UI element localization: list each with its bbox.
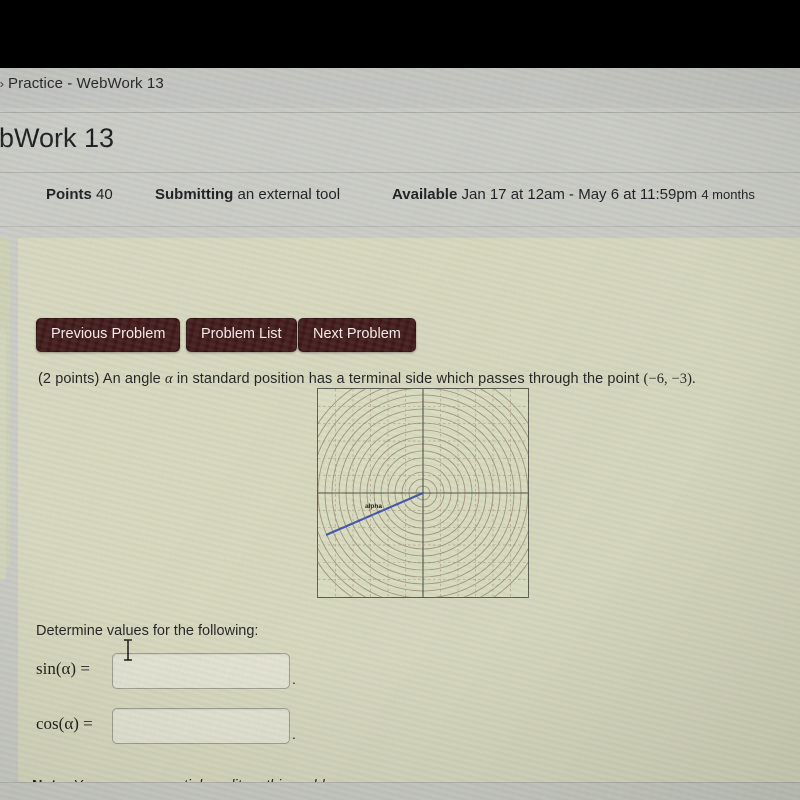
- sin-input[interactable]: [112, 653, 290, 689]
- problem-statement: (2 points) An angle α in standard positi…: [38, 371, 778, 388]
- left-panel-clipped-secondary: [0, 330, 6, 580]
- divider-meta: [0, 226, 800, 227]
- meta-submitting-label: Submitting: [155, 186, 234, 203]
- problem-variable-alpha: α: [164, 371, 173, 387]
- divider-top: [0, 112, 800, 113]
- problem-point: (−6, −3).: [643, 371, 696, 387]
- assignment-meta-row: m Points 40 Submitting an external tool …: [0, 186, 800, 212]
- next-problem-button[interactable]: Next Problem: [298, 318, 416, 352]
- problem-list-button[interactable]: Problem List: [186, 318, 297, 352]
- breadcrumb[interactable]: s›Practice - WebWork 13: [0, 75, 164, 92]
- page-footer-area: [0, 783, 800, 800]
- text-cursor-icon: [124, 639, 132, 661]
- answers-prompt: Determine values for the following:: [36, 623, 259, 639]
- meta-points-label: Points: [46, 186, 92, 203]
- breadcrumb-current[interactable]: Practice - WebWork 13: [8, 75, 164, 92]
- polar-graph-svg: alpha: [318, 389, 528, 597]
- meta-available-duration: 4 months: [701, 187, 755, 202]
- cos-trailing-period: .: [292, 726, 296, 742]
- meta-available-label: Available: [392, 186, 458, 203]
- screen-photo: s›Practice - WebWork 13 ebWork 13 m Poin…: [0, 68, 800, 800]
- meta-available: Available Jan 17 at 12am - May 6 at 11:5…: [392, 186, 755, 203]
- problem-content-card: Previous Problem Problem List Next Probl…: [18, 238, 800, 794]
- letterbox-top: [0, 0, 800, 68]
- meta-points: Points 40: [46, 186, 113, 203]
- graph-alpha-label: alpha: [365, 503, 382, 510]
- sin-trailing-period: .: [292, 671, 296, 687]
- meta-submitting-value: an external tool: [237, 186, 341, 203]
- sin-label: sin(α) =: [36, 659, 90, 678]
- breadcrumb-bar: s›Practice - WebWork 13: [0, 68, 800, 108]
- breadcrumb-separator-icon: ›: [0, 76, 5, 91]
- previous-problem-button[interactable]: Previous Problem: [36, 318, 181, 352]
- meta-points-value: 40: [96, 186, 113, 203]
- polar-graph: alpha: [317, 388, 529, 598]
- page-title: ebWork 13: [0, 123, 115, 153]
- cos-label: cos(α) =: [36, 714, 93, 733]
- problem-points: (2 points): [38, 371, 100, 387]
- cos-input[interactable]: [112, 708, 290, 744]
- meta-available-value: Jan 17 at 12am - May 6 at 11:59pm: [461, 186, 698, 203]
- problem-text-before: An angle: [102, 371, 161, 387]
- problem-text-after: in standard position has a terminal side…: [176, 371, 640, 387]
- divider-title: [0, 172, 800, 173]
- meta-submitting: Submitting an external tool: [155, 186, 340, 203]
